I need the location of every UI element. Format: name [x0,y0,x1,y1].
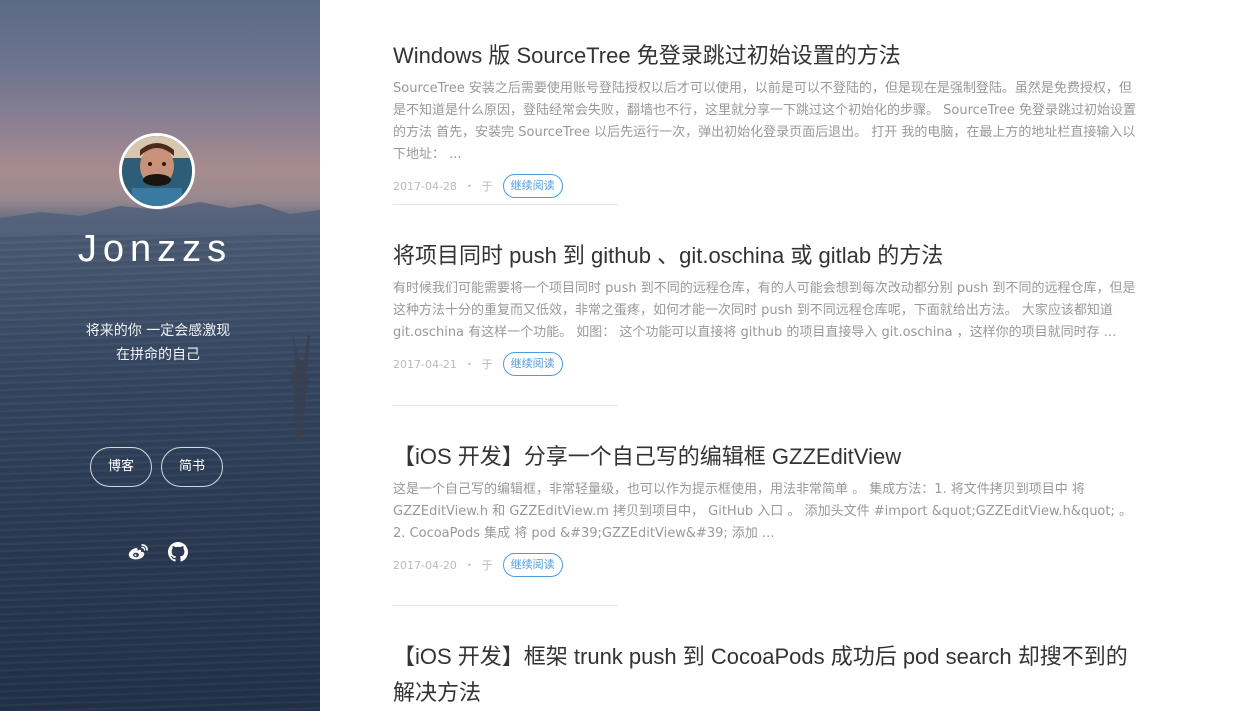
motto-line-2: 在拼命的自己 [116,347,200,363]
post-title[interactable]: 【iOS 开发】分享一个自己写的编辑框 GZZEditView [393,439,1143,475]
post-meta: 2017-04-20 • 于 继续阅读 [393,552,1143,578]
meta-prefix: 于 [481,358,493,371]
post-title[interactable]: 【iOS 开发】框架 trunk push 到 CocoaPods 成功后 po… [393,639,1143,711]
post-title[interactable]: 将项目同时 push 到 github 、git.oschina 或 gitla… [393,238,1143,274]
post-title[interactable]: Windows 版 SourceTree 免登录跳过初始设置的方法 [393,38,1143,74]
sea-background [0,235,320,711]
meta-prefix: 于 [481,559,493,572]
sidebar: Jonzzs 将来的你 一定会感激现 在拼命的自己 博客 简书 [0,0,320,711]
post-item: 【iOS 开发】框架 trunk push 到 CocoaPods 成功后 po… [393,639,1143,711]
post-excerpt: 有时候我们可能需要将一个项目同时 push 到不同的远程仓库，有的人可能会想到每… [393,281,1136,340]
avatar[interactable] [119,133,195,209]
read-more-button[interactable]: 继续阅读 [502,352,563,376]
post-divider [393,605,618,606]
avatar-image [122,136,192,206]
github-icon[interactable] [168,542,188,562]
post-date: 2017-04-28 [393,179,457,193]
nav-jianshu-button[interactable]: 简书 [161,447,223,487]
meta-prefix: 于 [481,180,493,193]
meta-separator: • [466,181,472,191]
post-divider [393,405,618,406]
motto: 将来的你 一定会感激现 在拼命的自己 [0,319,316,367]
post-list: Windows 版 SourceTree 免登录跳过初始设置的方法 Source… [320,0,1240,711]
motto-line-1: 将来的你 一定会感激现 [85,323,231,339]
post-item: Windows 版 SourceTree 免登录跳过初始设置的方法 Source… [393,38,1143,199]
weibo-icon[interactable] [127,542,148,562]
meta-separator: • [466,560,472,570]
post-excerpt: 这是一个自己写的编辑框，非常轻量级，也可以作为提示框使用，用法非常简单 。 集成… [393,482,1132,541]
post-meta: 2017-04-21 • 于 继续阅读 [393,351,1143,377]
site-name[interactable]: Jonzzs [0,228,310,271]
nav-blog-button[interactable]: 博客 [90,447,152,487]
meta-separator: • [466,359,472,369]
post-item: 将项目同时 push 到 github 、git.oschina 或 gitla… [393,238,1143,377]
post-date: 2017-04-20 [393,558,457,572]
read-more-button[interactable]: 继续阅读 [502,553,563,577]
post-meta: 2017-04-28 • 于 继续阅读 [393,173,1143,199]
post-excerpt: SourceTree 安装之后需要使用账号登陆授权以后才可以使用，以前是可以不登… [393,81,1137,162]
post-item: 【iOS 开发】分享一个自己写的编辑框 GZZEditView 这是一个自己写的… [393,439,1143,578]
post-date: 2017-04-21 [393,357,457,371]
read-more-button[interactable]: 继续阅读 [502,174,563,198]
post-divider [393,204,618,205]
